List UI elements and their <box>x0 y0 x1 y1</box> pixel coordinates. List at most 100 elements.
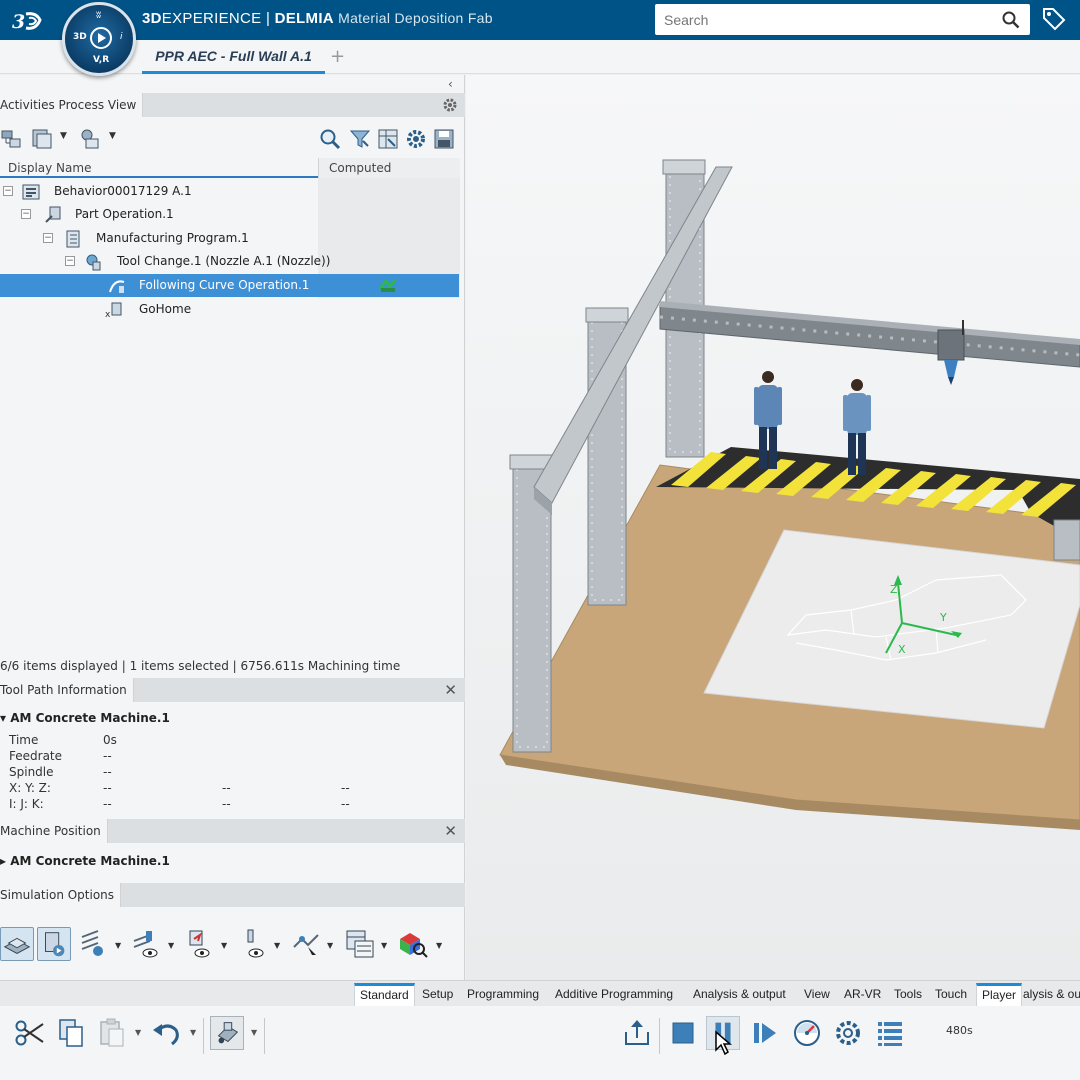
axis-z-label: Z <box>890 583 898 596</box>
add-tab-button[interactable]: + <box>330 46 345 67</box>
chevron-down-icon[interactable]: ▼ <box>381 941 387 950</box>
column-display-name[interactable]: Display Name <box>8 161 91 175</box>
collapse-panel-icon[interactable]: ‹ <box>448 77 453 91</box>
tool-view-icon[interactable] <box>130 927 164 961</box>
tab-ar-vr[interactable]: AR-VR <box>839 983 886 1006</box>
feedrate-label: Feedrate <box>9 749 63 763</box>
axis-y-label: Y <box>939 611 947 624</box>
curve-operation-icon <box>109 280 125 293</box>
activity-icon[interactable] <box>30 127 54 151</box>
tab-touch[interactable]: Touch <box>930 983 972 1006</box>
search-box[interactable] <box>655 4 1030 35</box>
top-bar: 3 3DEXPERIENCE | DELMIA Material Deposit… <box>0 0 1080 40</box>
tab-ppr-aec[interactable]: PPR AEC - Full Wall A.1 <box>142 46 325 74</box>
chevron-down-icon[interactable]: ▼ <box>436 941 442 950</box>
gear-icon[interactable] <box>831 1016 865 1050</box>
collapse-toggle-icon[interactable]: − <box>65 256 75 266</box>
tree-row[interactable]: − Manufacturing Program.1 <box>0 227 459 250</box>
collapse-toggle-icon[interactable]: − <box>21 209 31 219</box>
tool-path-machine[interactable]: ▾ AM Concrete Machine.1 <box>0 711 170 725</box>
tab-tools[interactable]: Tools <box>889 983 927 1006</box>
machine-position-panel-title[interactable]: Machine Position <box>0 819 108 843</box>
tab-programming[interactable]: Programming <box>462 983 544 1006</box>
filter-icon[interactable] <box>348 127 372 151</box>
tree-item-label: Manufacturing Program.1 <box>96 231 249 245</box>
resource-icon[interactable] <box>78 127 102 151</box>
save-view-icon[interactable] <box>432 127 456 151</box>
x-value: -- <box>103 781 112 795</box>
chevron-down-icon[interactable]: ▼ <box>274 941 280 950</box>
tab-standard[interactable]: Standard <box>354 983 415 1006</box>
tag-icon[interactable] <box>1041 6 1067 32</box>
tool-path-display-icon[interactable] <box>78 927 112 961</box>
path-analysis-icon[interactable] <box>290 927 324 961</box>
machine-position-machine[interactable]: ▸ AM Concrete Machine.1 <box>0 854 170 868</box>
collapse-toggle-icon[interactable]: − <box>3 186 13 196</box>
tree-row[interactable]: − Tool Change.1 (Nozzle A.1 (Nozzle)) <box>0 250 459 273</box>
tree-row[interactable]: x GoHome <box>0 298 459 321</box>
chevron-down-icon[interactable]: ▼ <box>327 941 333 950</box>
tab-analysis-output-overflow[interactable]: alysis & out <box>1018 983 1080 1006</box>
tree-row[interactable]: − Part Operation.1 <box>0 203 459 226</box>
table-settings-icon[interactable] <box>376 127 400 151</box>
toolbar-separator <box>203 1018 204 1054</box>
update-icon[interactable] <box>210 1016 244 1050</box>
search-icon[interactable] <box>1002 11 1020 29</box>
copy-icon[interactable] <box>55 1016 89 1050</box>
list-icon[interactable] <box>873 1016 907 1050</box>
filter-tree-icon[interactable] <box>0 127 24 151</box>
tab-player[interactable]: Player <box>976 983 1023 1006</box>
compass-widget[interactable]: ʬ 3D i V,R <box>62 2 136 76</box>
gear-icon[interactable] <box>442 97 458 113</box>
compass-play-icon[interactable] <box>90 27 112 49</box>
activities-panel-title[interactable]: Activities Process View <box>0 93 144 117</box>
paste-icon[interactable] <box>96 1016 130 1050</box>
chevron-down-icon[interactable]: ▼ <box>135 1028 141 1037</box>
cut-icon[interactable] <box>13 1016 47 1050</box>
collapse-toggle-icon[interactable]: − <box>43 233 53 243</box>
report-icon[interactable] <box>343 927 377 961</box>
nozzle-view-icon[interactable] <box>236 927 270 961</box>
close-icon[interactable]: ✕ <box>444 822 457 840</box>
close-icon[interactable]: ✕ <box>444 681 457 699</box>
chevron-down-icon[interactable]: ▼ <box>168 941 174 950</box>
export-icon[interactable] <box>620 1016 654 1050</box>
step-forward-icon[interactable] <box>748 1016 782 1050</box>
z-value: -- <box>341 781 350 795</box>
tree-item-label: GoHome <box>139 302 192 316</box>
left-panel: ‹ Activities Process View ▼ ▼ Display Na… <box>0 75 465 980</box>
dassault-logo[interactable]: 3 <box>12 8 48 39</box>
simulation-options-panel-title[interactable]: Simulation Options <box>0 883 122 907</box>
tab-additive-programming[interactable]: Additive Programming <box>550 983 678 1006</box>
chevron-down-icon[interactable]: ▼ <box>60 131 67 141</box>
tree-row[interactable]: − Behavior00017129 A.1 <box>0 180 459 203</box>
undo-icon[interactable] <box>150 1016 184 1050</box>
tree-row-selected[interactable]: Following Curve Operation.1 <box>0 274 459 297</box>
chevron-down-icon[interactable]: ▼ <box>251 1028 257 1037</box>
search-icon[interactable] <box>318 127 342 151</box>
tab-view[interactable]: View <box>799 983 835 1006</box>
3d-viewport[interactable]: Z Y X <box>466 75 1080 980</box>
behavior-icon <box>22 184 40 200</box>
chevron-down-icon[interactable]: ▼ <box>115 941 121 950</box>
chevron-down-icon[interactable]: ▼ <box>109 131 116 141</box>
gear-icon[interactable] <box>404 127 428 151</box>
tree-item-label: Behavior00017129 A.1 <box>54 184 192 198</box>
material-removal-icon[interactable] <box>0 927 34 961</box>
clash-view-icon[interactable] <box>182 927 216 961</box>
tab-setup[interactable]: Setup <box>417 983 458 1006</box>
chevron-down-icon[interactable]: ▼ <box>221 941 227 950</box>
chevron-down-icon[interactable]: ▼ <box>190 1028 196 1037</box>
stop-icon[interactable] <box>666 1016 700 1050</box>
color-analysis-icon[interactable] <box>396 927 430 961</box>
tab-analysis-output[interactable]: Analysis & output <box>688 983 791 1006</box>
tool-path-panel-title[interactable]: Tool Path Information <box>0 678 134 702</box>
machine-display-icon[interactable] <box>37 927 71 961</box>
search-input[interactable] <box>655 4 985 35</box>
activities-panel-header: Activities Process View <box>0 93 465 117</box>
j-value: -- <box>222 797 231 811</box>
simulation-options-panel-header: Simulation Options <box>0 883 465 907</box>
speed-gauge-icon[interactable] <box>790 1016 824 1050</box>
column-computed[interactable]: Computed <box>318 158 460 178</box>
machine-position-panel-header: Machine Position ✕ <box>0 819 465 843</box>
